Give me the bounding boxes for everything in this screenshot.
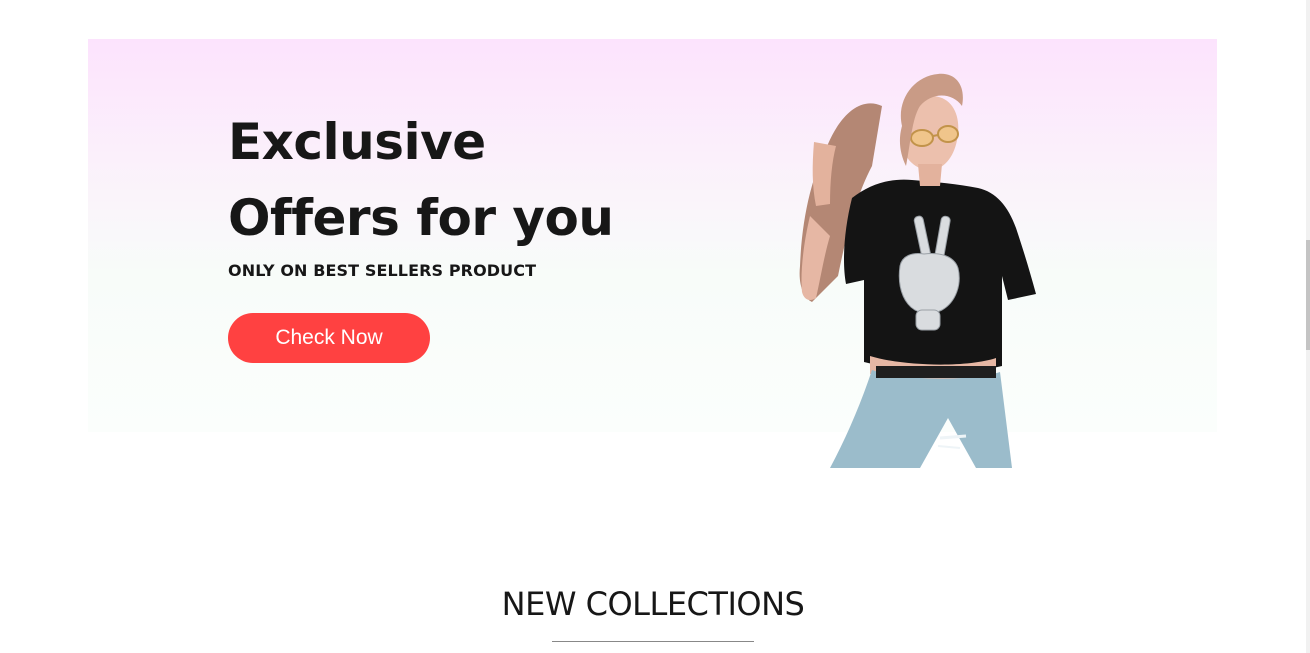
- scrollbar-thumb[interactable]: [1306, 240, 1310, 350]
- offer-headline-line-1: Exclusive: [228, 113, 486, 171]
- hero-model-illustration: [799, 73, 1036, 468]
- hero-model-image: [790, 66, 1050, 468]
- section-title-underline: [552, 641, 754, 642]
- new-collections-title: NEW COLLECTIONS: [501, 585, 805, 623]
- page: Exclusive Offers for you ONLY ON BEST SE…: [0, 0, 1310, 653]
- offer-subheading: ONLY ON BEST SELLERS PRODUCT: [228, 261, 537, 280]
- offer-headline-line-2: Offers for you: [228, 189, 614, 247]
- page-scrollbar[interactable]: [1306, 0, 1310, 653]
- check-now-button[interactable]: Check Now: [228, 313, 430, 363]
